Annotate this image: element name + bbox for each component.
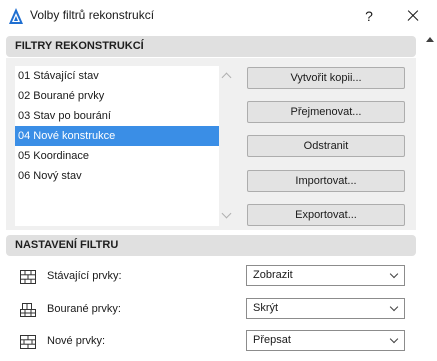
archicad-app-icon [9,8,23,24]
title-bar: Volby filtrů rekonstrukcí ? [0,0,437,32]
new-elements-select[interactable]: Přepsat [246,330,405,351]
demolished-elements-icon [20,303,36,317]
existing-elements-value: Zobrazit [253,269,293,281]
settings-section-header: NASTAVENÍ FILTRU [6,235,416,256]
existing-elements-select[interactable]: Zobrazit [246,265,405,286]
demolished-elements-label: Bourané prvky: [47,303,121,315]
filter-list-item[interactable]: 02 Bourané prvky [15,86,219,106]
panel-scroll-up-icon[interactable] [426,37,434,42]
rename-button[interactable]: Přejmenovat... [247,101,405,123]
new-elements-icon [20,335,36,349]
new-elements-value: Přepsat [253,334,291,346]
filter-list-item[interactable]: 05 Koordinace [15,146,219,166]
filter-list[interactable]: 01 Stávající stav 02 Bourané prvky 03 St… [15,66,219,226]
import-button[interactable]: Importovat... [247,170,405,192]
filter-list-item[interactable]: 06 Nový stav [15,166,219,186]
chevron-down-icon [389,269,399,279]
existing-elements-icon [20,270,36,284]
export-button[interactable]: Exportovat... [247,204,405,226]
demolished-elements-value: Skrýt [253,302,279,314]
list-scroll-up-icon[interactable] [221,71,232,83]
filter-list-item-selected[interactable]: 04 Nové konstrukce [15,126,219,146]
close-button[interactable] [401,4,425,28]
filters-section-header: FILTRY REKONSTRUKCÍ [6,36,416,57]
demolished-elements-select[interactable]: Skrýt [246,298,405,319]
list-scroll-down-icon[interactable] [221,208,232,220]
delete-button[interactable]: Odstranit [247,135,405,157]
existing-elements-label: Stávající prvky: [47,270,122,282]
new-elements-label: Nové prvky: [47,335,106,347]
window-title: Volby filtrů rekonstrukcí [30,8,155,22]
filter-list-item[interactable]: 01 Stávající stav [15,66,219,86]
duplicate-button[interactable]: Vytvořit kopii... [247,67,405,89]
filter-list-item[interactable]: 03 Stav po bourání [15,106,219,126]
help-button[interactable]: ? [357,4,381,28]
chevron-down-icon [389,334,399,344]
chevron-down-icon [389,302,399,312]
